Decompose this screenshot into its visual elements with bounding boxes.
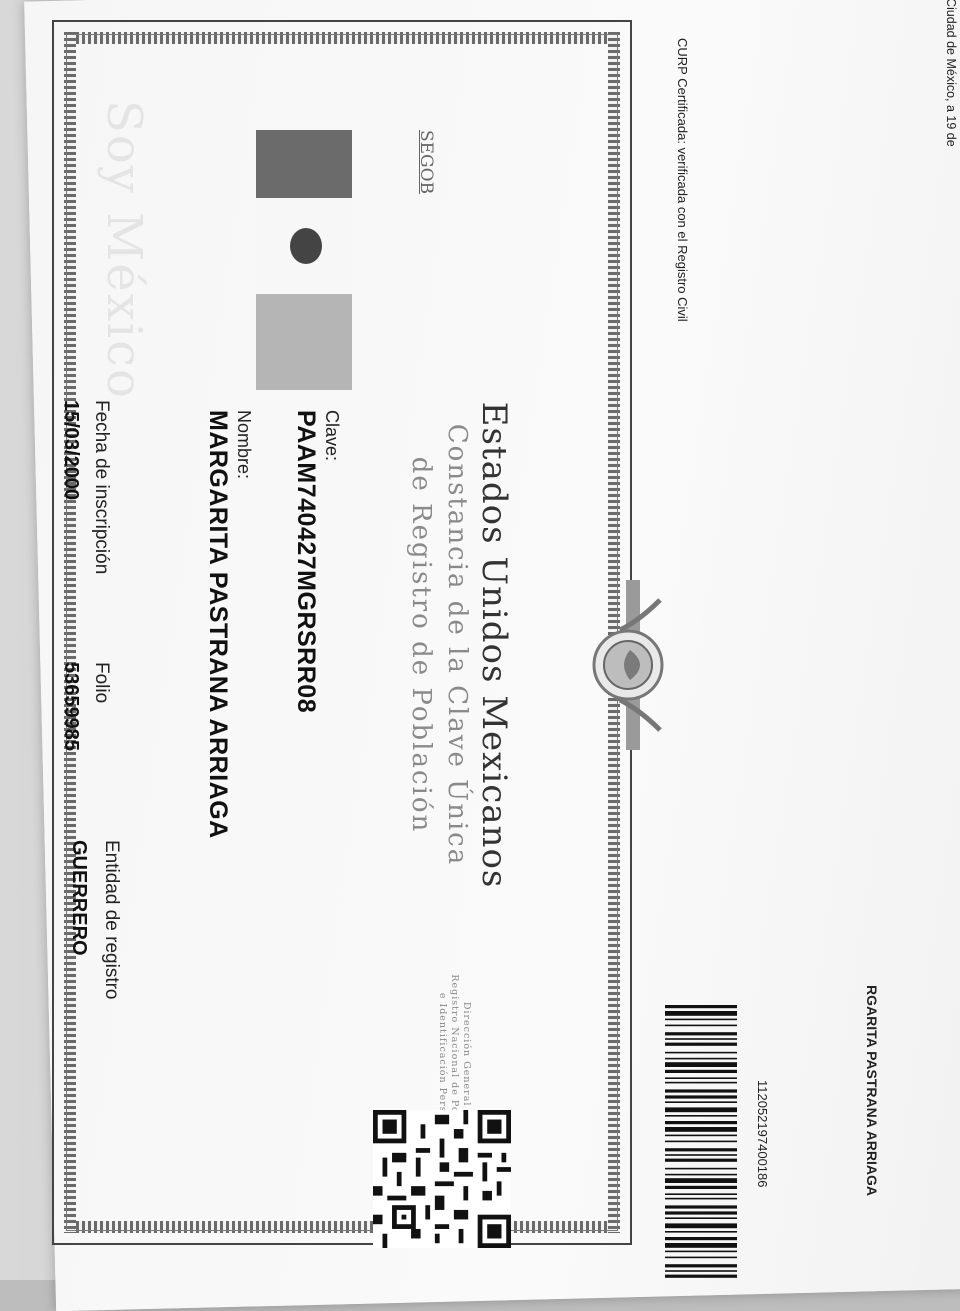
barcode-bar <box>665 1127 737 1132</box>
barcode-number: 1120521974001​86 <box>755 1080 770 1188</box>
certificate-subtitle-line1: Constancia de la Clave Única <box>442 423 472 867</box>
barcode-bar <box>665 1274 737 1278</box>
soy-mexico-watermark: Soy México <box>96 100 152 400</box>
barcode-bar <box>665 1243 737 1248</box>
barcode-bar <box>665 1051 737 1054</box>
curp-certificate-card: Estados Unidos Mexicanos Constancia de l… <box>52 20 664 1248</box>
barcode-bar <box>665 1173 737 1176</box>
barcode-bar <box>665 1148 737 1152</box>
barcode-bar <box>665 1205 737 1209</box>
barcode-bar <box>665 1038 737 1040</box>
barcode-bar <box>665 1134 737 1137</box>
barcode-bar <box>665 1270 737 1272</box>
barcode-bar <box>665 1115 737 1117</box>
barcode-bar <box>665 1005 737 1009</box>
mexico-flag-icon <box>256 130 352 390</box>
barcode-bar <box>665 1185 737 1189</box>
barcode-bar <box>665 1121 737 1125</box>
barcode-bar <box>665 1231 737 1233</box>
barcode-bar <box>665 1011 737 1016</box>
entidad-label: Entidad de registro <box>101 840 122 1000</box>
barcode-bar <box>665 1256 737 1259</box>
name-repeat-text: RGARITA PASTRANA ARRIAGA <box>864 985 880 1197</box>
barcode-bar <box>665 1193 737 1195</box>
folio-value: 53659985 <box>60 662 82 751</box>
barcode-bar <box>665 1211 737 1215</box>
barcode-bar <box>665 1223 737 1229</box>
segob-logo: SEGOB <box>416 130 436 195</box>
barcode-bar <box>665 1081 737 1084</box>
curp-status-text: CURP Certificada: verificada con el Regi… <box>675 38 690 322</box>
barcode-bar <box>665 1107 737 1113</box>
barcode-bar <box>665 1237 737 1241</box>
folio-label: Folio <box>91 662 112 704</box>
clave-value: PAAM740427MGRSRR08 <box>292 410 320 714</box>
barcode-bar <box>665 1178 737 1183</box>
barcode-bar <box>665 1018 737 1021</box>
city-date-text: Ciudad de México, a 19 de <box>944 0 958 147</box>
barcode-bar <box>665 1062 737 1067</box>
national-seal-icon <box>592 580 664 750</box>
clave-label: Clave: <box>322 410 342 462</box>
certificate-subtitle-line2: de Registro de Población <box>406 456 436 834</box>
barcode-bar <box>665 1042 737 1046</box>
entidad-value: GUERRERO <box>68 840 90 956</box>
barcode-bar <box>665 1077 737 1079</box>
qr-code <box>373 1110 511 1248</box>
photo-background: Estados Unidos Mexicanos Constancia de l… <box>0 0 960 1311</box>
barcode-bar <box>665 1069 737 1073</box>
fecha-inscripcion-label: Fecha de inscripción <box>91 400 112 575</box>
barcode-bar <box>665 1032 737 1036</box>
barcode-bar <box>665 1154 737 1156</box>
nombre-value: MARGARITA PASTRANA ARRIAGA <box>204 410 232 839</box>
fecha-inscripcion-value: 15/03/2000 <box>60 400 82 501</box>
barcode-bar <box>665 1167 737 1170</box>
country-title: Estados Unidos Mexicanos <box>474 401 514 889</box>
barcode-bar <box>665 1158 737 1162</box>
barcode-bar <box>665 1089 737 1093</box>
barcode-bar <box>665 1095 737 1099</box>
barcode-bar <box>665 1217 737 1219</box>
barcode-bar <box>665 1101 737 1103</box>
barcode <box>665 1005 737 1278</box>
barcode-bar <box>665 1057 737 1060</box>
barcode-bar <box>665 1264 737 1268</box>
nombre-label: Nombre: <box>234 410 254 480</box>
barcode-bar <box>665 1250 737 1253</box>
barcode-bar <box>665 1140 737 1143</box>
barcode-bar <box>665 1197 737 1200</box>
barcode-bar <box>665 1024 737 1027</box>
